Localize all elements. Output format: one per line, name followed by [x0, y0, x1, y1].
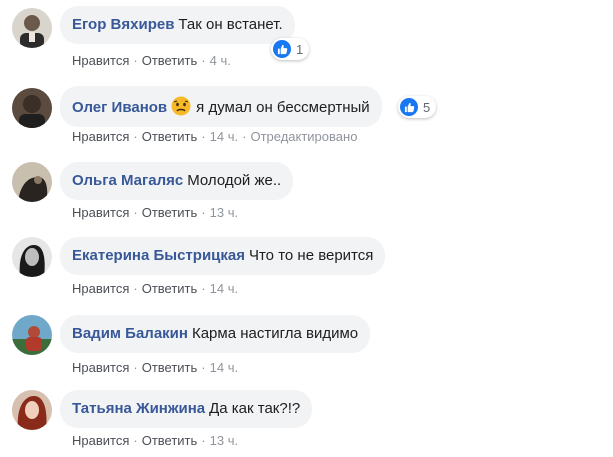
comment-actions: Нравится · Ответить · 14 ч. [72, 281, 238, 296]
comment-text: Молодой же.. [187, 172, 282, 189]
comment-bubble: Екатерина Быстрицкая Что то не верится [60, 237, 386, 275]
edited-label[interactable]: Отредактировано [250, 129, 357, 144]
like-link[interactable]: Нравится [72, 281, 129, 296]
avatar[interactable] [12, 162, 52, 202]
comment-actions: Нравится · Ответить · 4 ч. [72, 53, 231, 68]
comment-text: Карма настигла видимо [191, 325, 359, 342]
separator: · [242, 129, 247, 144]
avatar[interactable] [12, 237, 52, 277]
like-icon [273, 40, 291, 58]
reaction-number: 5 [423, 99, 431, 115]
reply-link[interactable]: Ответить [142, 281, 198, 296]
avatar[interactable] [12, 88, 52, 128]
reply-link[interactable]: Ответить [142, 53, 198, 68]
timestamp[interactable]: 14 ч. [210, 360, 238, 375]
comment-author[interactable]: Егор Вяхирев [72, 16, 174, 33]
separator: · [133, 205, 138, 220]
comment-bubble: Татьяна Жинжина Да как так?!? [60, 390, 313, 428]
timestamp[interactable]: 4 ч. [210, 53, 231, 68]
timestamp[interactable]: 14 ч. [210, 129, 238, 144]
like-link[interactable]: Нравится [72, 129, 129, 144]
separator: · [201, 281, 206, 296]
reply-link[interactable]: Ответить [142, 129, 198, 144]
separator: · [201, 53, 206, 68]
comment-bubble: Ольга Магаляс Молодой же.. [60, 162, 294, 200]
comment-bubble: Вадим Балакин Карма настигла видимо [60, 315, 371, 353]
separator: · [133, 281, 138, 296]
comment-actions: Нравится · Ответить · 13 ч. [72, 205, 238, 220]
reply-link[interactable]: Ответить [142, 360, 198, 375]
like-link[interactable]: Нравится [72, 53, 129, 68]
comment-author[interactable]: Татьяна Жинжина [72, 400, 205, 417]
comment-text: Так он встанет. [178, 16, 283, 33]
sad-face-icon [171, 96, 191, 116]
separator: · [133, 53, 138, 68]
reply-link[interactable]: Ответить [142, 205, 198, 220]
separator: · [201, 360, 206, 375]
separator: · [133, 433, 138, 448]
like-icon [400, 98, 418, 116]
separator: · [133, 129, 138, 144]
comment-author[interactable]: Екатерина Быстрицкая [72, 247, 245, 264]
comment-text: Да как так?!? [209, 400, 301, 417]
timestamp[interactable]: 13 ч. [210, 433, 238, 448]
comment-actions: Нравится · Ответить · 13 ч. [72, 433, 238, 448]
reaction-number: 1 [296, 41, 304, 57]
separator: · [133, 360, 138, 375]
comment-author[interactable]: Вадим Балакин [72, 325, 188, 342]
reaction-count[interactable]: 1 [271, 38, 310, 60]
comment-text: Что то не верится [248, 247, 374, 264]
reply-link[interactable]: Ответить [142, 433, 198, 448]
comment-bubble: Олег Иванов я думал он бессмертный [60, 86, 382, 127]
avatar[interactable] [12, 390, 52, 430]
comment-author[interactable]: Ольга Магаляс [72, 172, 183, 189]
avatar[interactable] [12, 8, 52, 48]
comment-author[interactable]: Олег Иванов [72, 99, 167, 116]
comment-bubble: Егор Вяхирев Так он встанет. [60, 6, 295, 44]
timestamp[interactable]: 14 ч. [210, 281, 238, 296]
avatar[interactable] [12, 315, 52, 355]
timestamp[interactable]: 13 ч. [210, 205, 238, 220]
like-link[interactable]: Нравится [72, 205, 129, 220]
reaction-count[interactable]: 5 [398, 96, 437, 118]
like-link[interactable]: Нравится [72, 360, 129, 375]
separator: · [201, 205, 206, 220]
separator: · [201, 129, 206, 144]
comment-actions: Нравится · Ответить · 14 ч. · Отредактировано [72, 129, 357, 144]
separator: · [201, 433, 206, 448]
like-link[interactable]: Нравится [72, 433, 129, 448]
comment-text: я думал он бессмертный [196, 99, 370, 116]
comment-actions: Нравится · Ответить · 14 ч. [72, 360, 238, 375]
